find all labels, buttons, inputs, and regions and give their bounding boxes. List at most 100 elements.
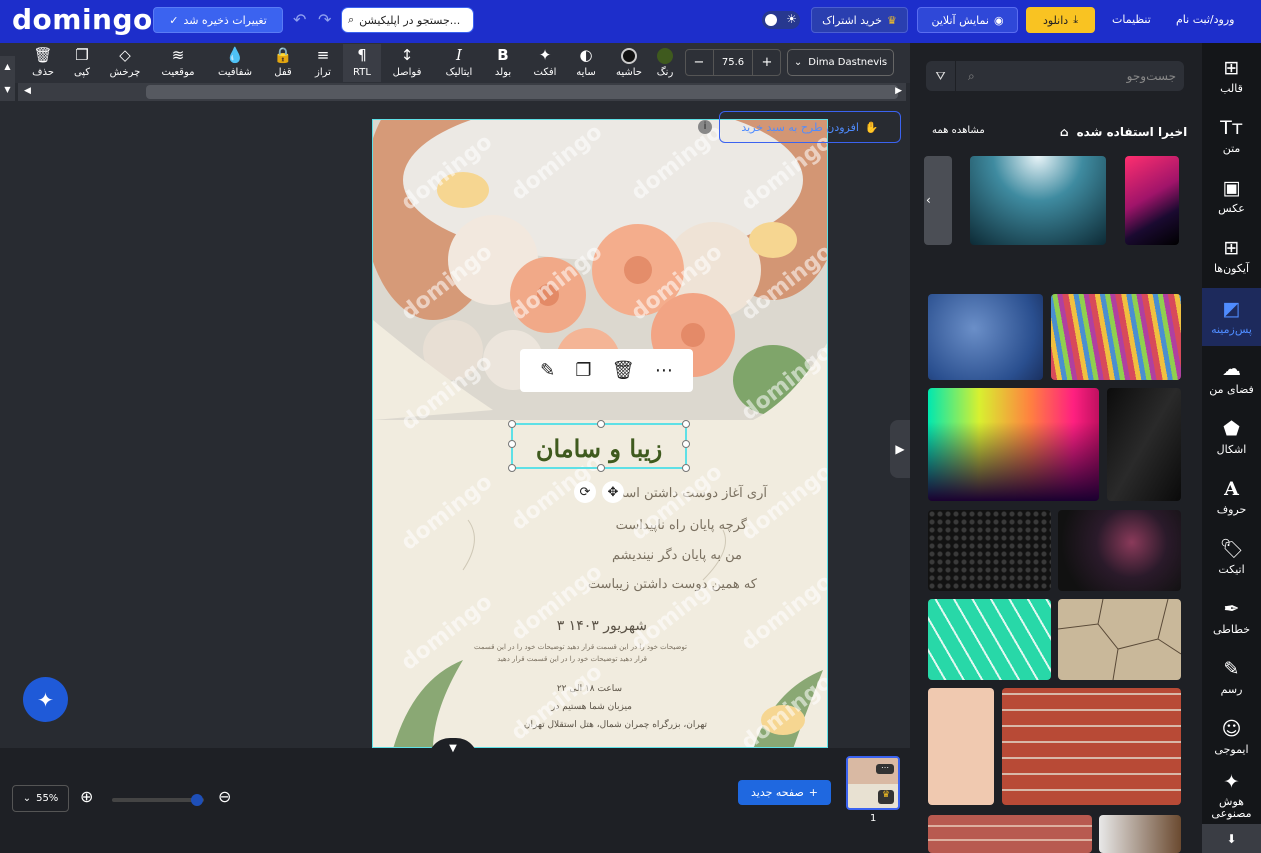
magic-ai-button[interactable]: ✦ <box>23 677 68 722</box>
rail-emoji[interactable]: ☺ ایموجی <box>1202 708 1261 766</box>
resize-handle[interactable] <box>597 420 605 428</box>
poem-line-2[interactable]: گرچه پایان راه ناپیداست <box>616 518 747 533</box>
bold-tool[interactable]: B بولد <box>488 44 518 82</box>
domingo-logo[interactable]: domingo <box>12 3 153 36</box>
rail-calligraphy[interactable]: ✒ خطاطی <box>1202 588 1261 646</box>
rail-photo[interactable]: ▣ عکس <box>1202 167 1261 225</box>
zoom-in-icon[interactable]: ⊕ <box>80 787 93 806</box>
resize-handle[interactable] <box>508 420 516 428</box>
rail-scroll-down[interactable]: ⬇ <box>1202 824 1261 853</box>
see-all-link[interactable]: مشاهده همه <box>932 125 985 136</box>
scrollbar-thumb[interactable] <box>146 85 898 99</box>
bg-thumb-poster[interactable] <box>1099 815 1181 853</box>
shadow-tool[interactable]: ◐ سایه <box>572 44 600 82</box>
font-size-stepper[interactable]: −75.6 + <box>685 49 781 76</box>
rail-ai[interactable]: ✦ هوش مصنوعی <box>1202 768 1261 824</box>
event-address[interactable]: تهران، بزرگراه چمران شمال، هتل استقلال ت… <box>524 720 707 730</box>
resize-handle[interactable] <box>682 420 690 428</box>
rail-icons[interactable]: ⊞ آیکون‌ها <box>1202 227 1261 285</box>
copy-tool[interactable]: ❐ کپی <box>68 44 96 82</box>
trash-icon[interactable]: 🗑 <box>612 360 635 381</box>
rotate-tool[interactable]: ◇ چرخش <box>106 44 144 82</box>
settings-link[interactable]: تنظیمات <box>1112 13 1151 26</box>
rail-myspace[interactable]: ☁ فضای من <box>1202 348 1261 406</box>
event-time[interactable]: ساعت ۱۸ الی ۲۲ <box>557 684 622 694</box>
online-preview-button[interactable]: نمایش آنلاین ◉ <box>917 7 1018 33</box>
bg-thumb-blue-texture[interactable] <box>928 294 1043 380</box>
toolbar-scroll[interactable]: ▲ ▼ <box>0 56 15 104</box>
resize-handle[interactable] <box>508 440 516 448</box>
bg-thumb-teal-lines[interactable] <box>928 599 1051 680</box>
rail-draw[interactable]: ✎ رسم <box>1202 648 1261 706</box>
panel-toggle-button[interactable]: ▶ <box>890 420 910 478</box>
recent-thumb-partial[interactable]: ‹ <box>924 156 952 245</box>
color-tool[interactable]: رنگ <box>652 44 678 82</box>
panel-search-input[interactable]: ⛛ ⌕ جست‌وجو <box>926 61 1184 91</box>
duplicate-icon[interactable]: ❐ <box>575 360 591 381</box>
opacity-tool[interactable]: 💧 شفافیت <box>212 44 258 82</box>
lock-tool[interactable]: 🔒 قفل <box>268 44 298 82</box>
new-page-button[interactable]: صفحه جدید + <box>738 780 831 805</box>
align-tool[interactable]: ≡ تراز <box>308 44 338 82</box>
redo-icon[interactable]: ↷ <box>318 10 331 29</box>
bg-thumb-colorful-fabric[interactable] <box>1051 294 1181 380</box>
subscribe-button[interactable]: خرید اشتراک ♛ <box>811 7 908 33</box>
zoom-slider-handle[interactable] <box>191 794 203 806</box>
edit-icon[interactable]: ✎ <box>540 360 555 381</box>
page-thumbnail[interactable]: ⋯ ♛ <box>846 756 900 810</box>
bg-thumb-black-feathers[interactable] <box>1107 388 1181 501</box>
bg-thumb-peach-birds[interactable] <box>928 688 994 805</box>
scroll-left-icon[interactable]: ◀ <box>24 86 31 96</box>
poem-line-3[interactable]: من به پایان دگر نیندیشم <box>612 548 742 563</box>
app-search-input[interactable]: ⌕ جستجو در اپلیکیشن... <box>341 7 474 33</box>
horizontal-scrollbar[interactable]: ◀ ▶ <box>18 83 906 101</box>
theme-toggle[interactable]: ☀ <box>762 11 800 29</box>
resize-handle[interactable] <box>597 464 605 472</box>
description-line-1[interactable]: توضیحات خود را در این قسمت قرار دهید توض… <box>474 643 687 651</box>
font-family-dropdown[interactable]: ⌄ Dima Dastnevis <box>787 49 894 76</box>
undo-icon[interactable]: ↶ <box>293 10 306 29</box>
move-icon[interactable]: ✥ <box>602 481 624 503</box>
filter-icon[interactable]: ⛛ <box>926 61 956 91</box>
download-button[interactable]: دانلود ⤓ <box>1026 7 1095 33</box>
italic-tool[interactable]: I ایتالیک <box>438 44 480 82</box>
zoom-out-icon[interactable]: ⊖ <box>218 787 231 806</box>
zoom-slider[interactable] <box>112 794 204 806</box>
bg-thumb-color-spectrum[interactable] <box>928 388 1099 501</box>
event-date[interactable]: ۳ شهریور ۱۴۰۳ <box>557 618 647 634</box>
border-tool[interactable]: حاشیه <box>612 44 646 82</box>
login-link[interactable]: ورود/ثبت نام <box>1176 13 1234 26</box>
rail-sticker[interactable]: 🏷 اتیکت <box>1202 528 1261 586</box>
resize-handle[interactable] <box>682 464 690 472</box>
poem-line-1[interactable]: آری آغاز دوست داشتن است <box>613 486 767 501</box>
increase-size-button[interactable]: + <box>754 55 780 70</box>
bg-thumb-dark-flowers[interactable] <box>1058 510 1181 591</box>
host-line[interactable]: میزبان شما هستیم در <box>551 702 632 712</box>
bg-thumb-cracked-earth[interactable] <box>1058 599 1181 680</box>
spacing-tool[interactable]: ↕ فواصل <box>387 44 427 82</box>
rotate-icon[interactable]: ⟳ <box>574 481 596 503</box>
more-icon[interactable]: ⋯ <box>876 764 894 774</box>
resize-handle[interactable] <box>682 440 690 448</box>
recent-thumb-light-streaks[interactable] <box>970 156 1106 245</box>
delete-tool[interactable]: 🗑 حذف <box>30 44 56 82</box>
resize-handle[interactable] <box>508 464 516 472</box>
chevron-left-icon[interactable]: ‹ <box>926 193 931 207</box>
effect-tool[interactable]: ✦ افکت <box>528 44 562 82</box>
zoom-select[interactable]: ⌄ 55% <box>12 785 69 812</box>
rail-template[interactable]: ⊞ قالب <box>1202 47 1261 105</box>
rail-text[interactable]: Tт متن <box>1202 107 1261 165</box>
bg-thumb-red-brick[interactable] <box>1002 688 1181 805</box>
position-tool[interactable]: ≋ موقعیت <box>155 44 201 82</box>
rail-shapes[interactable]: ⬟ اشکال <box>1202 408 1261 466</box>
info-icon[interactable]: i <box>698 120 712 134</box>
rtl-tool[interactable]: ¶ RTL <box>343 44 381 82</box>
add-to-cart-button[interactable]: افزودن طرح به سبد خرید ✋ <box>719 111 901 143</box>
scroll-right-icon[interactable]: ▶ <box>895 86 902 96</box>
selection-box[interactable] <box>508 420 690 472</box>
recent-thumb-gradient[interactable] <box>1125 156 1179 245</box>
description-line-2[interactable]: قرار دهید توضیحات خود را در این قسمت قرا… <box>497 655 647 663</box>
font-size-value[interactable]: 75.6 <box>713 50 753 75</box>
saved-status-button[interactable]: ✓ تغییرات ذخیره شد <box>153 7 283 33</box>
bg-thumb-black-stones[interactable] <box>928 510 1051 591</box>
